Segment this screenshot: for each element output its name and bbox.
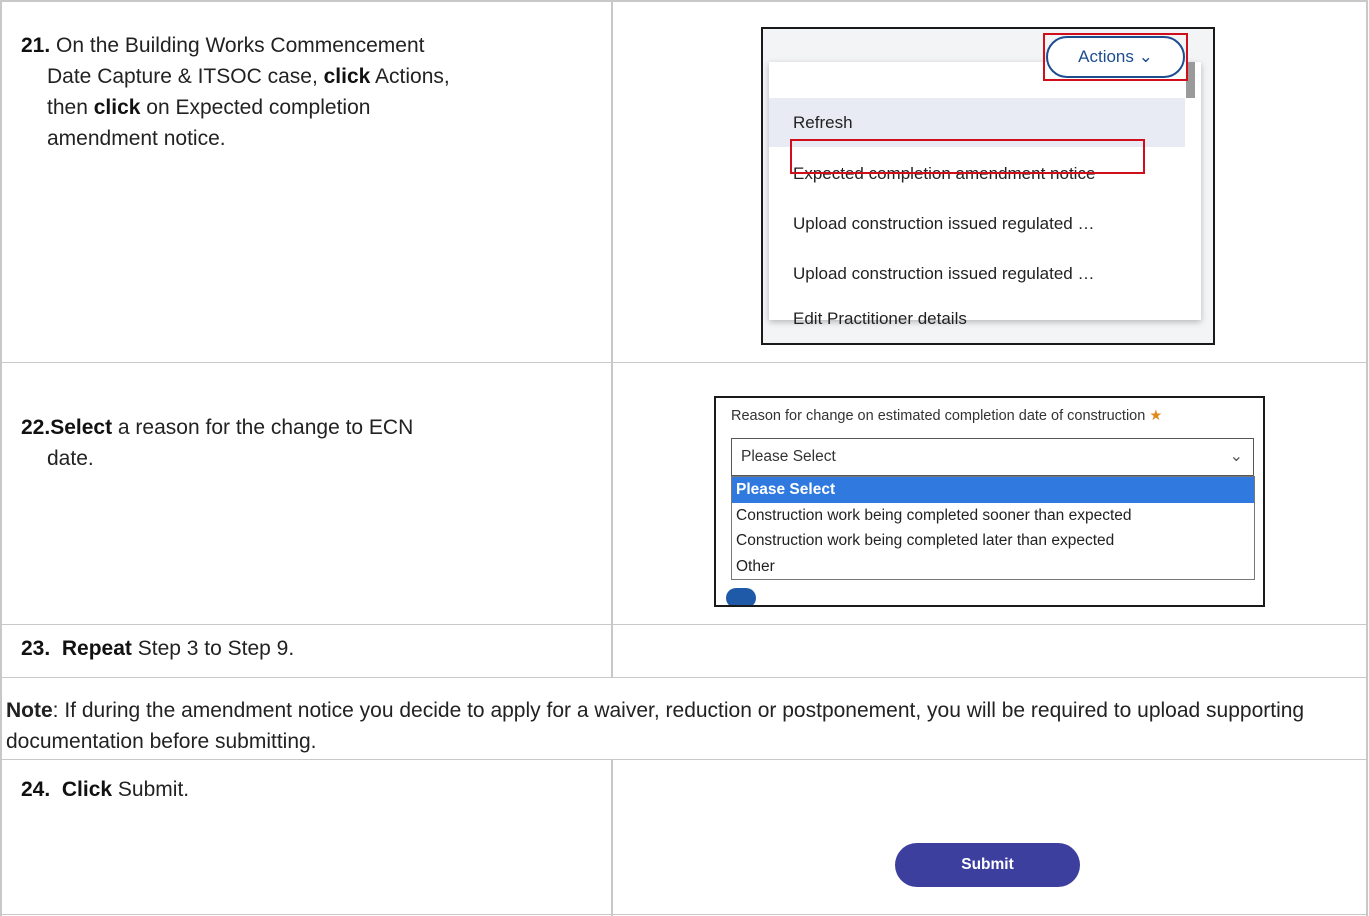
step-number: 23.: [21, 637, 51, 660]
option-please-select[interactable]: Please Select: [732, 477, 1254, 503]
step-23: 23. Repeat Step 3 to Step 9.: [21, 633, 294, 664]
reason-select[interactable]: Please Select ⌄: [731, 438, 1254, 476]
menu-item-upload-construction-2[interactable]: Upload construction issued regulated …: [769, 249, 1185, 299]
column-divider: [611, 0, 613, 678]
step-keyword: Click: [61, 778, 113, 801]
row-divider: [0, 362, 1366, 363]
menu-item-edit-practitioner[interactable]: Edit Practitioner details: [769, 294, 1185, 343]
step-text: Actions,: [375, 65, 450, 88]
step-number: 22.: [21, 416, 51, 439]
option-later[interactable]: Construction work being completed later …: [732, 528, 1254, 554]
reason-options-list: Please Select Construction work being co…: [731, 476, 1255, 580]
select-current-value: Please Select: [741, 448, 836, 465]
row-divider: [0, 914, 1366, 915]
table-left-border: [0, 0, 2, 916]
option-sooner[interactable]: Construction work being completed sooner…: [732, 503, 1254, 529]
step-number: 21.: [21, 34, 51, 57]
table-top-border: [0, 0, 1368, 2]
step-24: 24. Click Submit.: [21, 774, 189, 805]
column-divider: [611, 760, 613, 916]
required-star-icon: ★: [1149, 408, 1163, 424]
reason-select-screenshot: Reason for change on estimated completio…: [714, 396, 1265, 607]
row-divider: [0, 624, 1366, 625]
highlight-box: [1043, 33, 1188, 81]
toggle-fragment: [726, 588, 756, 605]
step-text: Date Capture & ITSOC case,: [47, 65, 318, 88]
step-number: 24.: [21, 778, 51, 801]
step-keyword: Repeat: [61, 637, 132, 660]
step-text: date.: [47, 447, 94, 470]
step-text: a reason for the change to ECN: [117, 416, 414, 439]
highlight-box: [790, 139, 1145, 174]
step-22: 22.Select a reason for the change to ECN…: [21, 412, 413, 474]
step-text: Submit.: [117, 778, 190, 801]
submit-button[interactable]: Submit: [895, 843, 1080, 887]
step-text: On the Building Works Commencement: [56, 34, 425, 57]
note-label: Note: [6, 699, 53, 722]
actions-dropdown-menu: Refresh Expected completion amendment no…: [769, 62, 1201, 328]
step-text: on Expected completion: [146, 96, 371, 119]
step-keyword: click: [93, 96, 141, 119]
menu-item-upload-construction-1[interactable]: Upload construction issued regulated …: [769, 199, 1185, 249]
option-other[interactable]: Other: [732, 554, 1254, 580]
step-keyword: click: [323, 65, 371, 88]
actions-menu-screenshot: Refresh Expected completion amendment no…: [761, 27, 1215, 345]
table-right-border: [1366, 0, 1368, 916]
step-text: then: [47, 96, 88, 119]
reason-field-label: Reason for change on estimated completio…: [731, 408, 1162, 424]
step-text: amendment notice.: [47, 127, 226, 150]
row-divider: [0, 759, 1366, 760]
note-text: : If during the amendment notice you dec…: [6, 699, 1305, 753]
row-divider: [0, 677, 1366, 678]
step-keyword: Select: [50, 416, 113, 439]
step-21: 21. On the Building Works Commencement D…: [21, 30, 450, 154]
note-paragraph: Note: If during the amendment notice you…: [6, 695, 1366, 757]
chevron-down-icon: ⌄: [1229, 448, 1243, 465]
step-text: Step 3 to Step 9.: [137, 637, 295, 660]
reason-label-text: Reason for change on estimated completio…: [731, 408, 1146, 424]
